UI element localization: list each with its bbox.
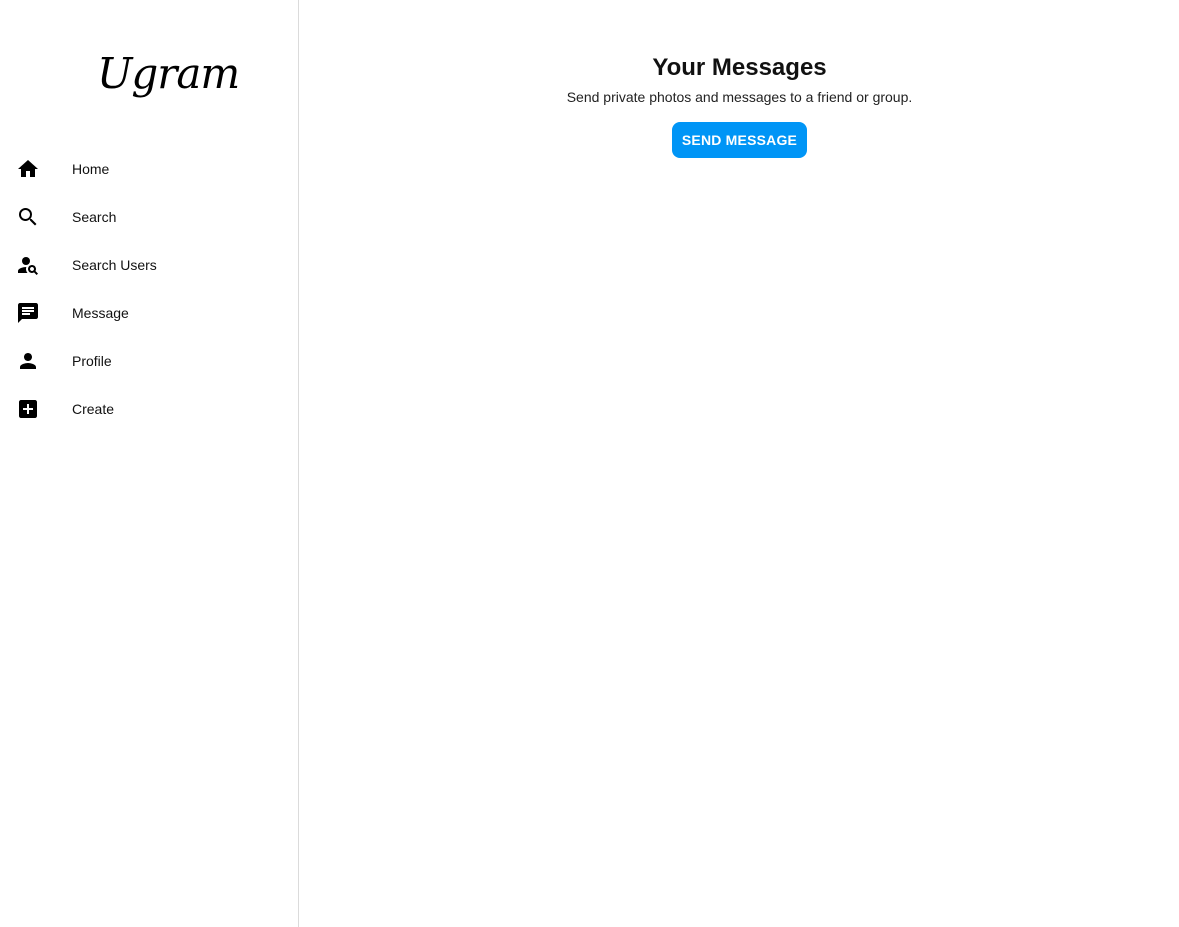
app-window: Ugram Home Search Search Users Message P… — [0, 0, 1179, 927]
send-message-button[interactable]: SEND MESSAGE — [672, 122, 807, 158]
search-icon — [16, 205, 40, 229]
sidebar-item-label: Search Users — [72, 257, 157, 273]
main-content: Your Messages Send private photos and me… — [300, 0, 1179, 927]
sidebar-item-create[interactable]: Create — [0, 385, 298, 433]
sidebar-item-search-users[interactable]: Search Users — [0, 241, 298, 289]
page-subtitle: Send private photos and messages to a fr… — [566, 89, 913, 105]
sidebar-item-message[interactable]: Message — [0, 289, 298, 337]
sidebar-item-label: Search — [72, 209, 117, 225]
sidebar-item-label: Create — [72, 401, 115, 417]
sidebar-nav: Home Search Search Users Message Profile… — [0, 145, 298, 433]
add-box-icon — [16, 397, 40, 421]
home-icon — [16, 157, 40, 181]
sidebar-item-label: Home — [72, 161, 110, 177]
sidebar: Ugram Home Search Search Users Message P… — [0, 0, 299, 927]
messages-empty-state: Your Messages Send private photos and me… — [300, 52, 1179, 158]
sidebar-item-label: Profile — [72, 353, 112, 369]
user-search-icon — [16, 253, 40, 277]
person-icon — [16, 349, 40, 373]
sidebar-item-home[interactable]: Home — [0, 145, 298, 193]
sidebar-item-profile[interactable]: Profile — [0, 337, 298, 385]
page-title: Your Messages — [652, 54, 827, 81]
app-logo[interactable]: Ugram — [97, 46, 240, 102]
message-icon — [16, 301, 40, 325]
sidebar-item-search[interactable]: Search — [0, 193, 298, 241]
sidebar-item-label: Message — [72, 305, 129, 321]
